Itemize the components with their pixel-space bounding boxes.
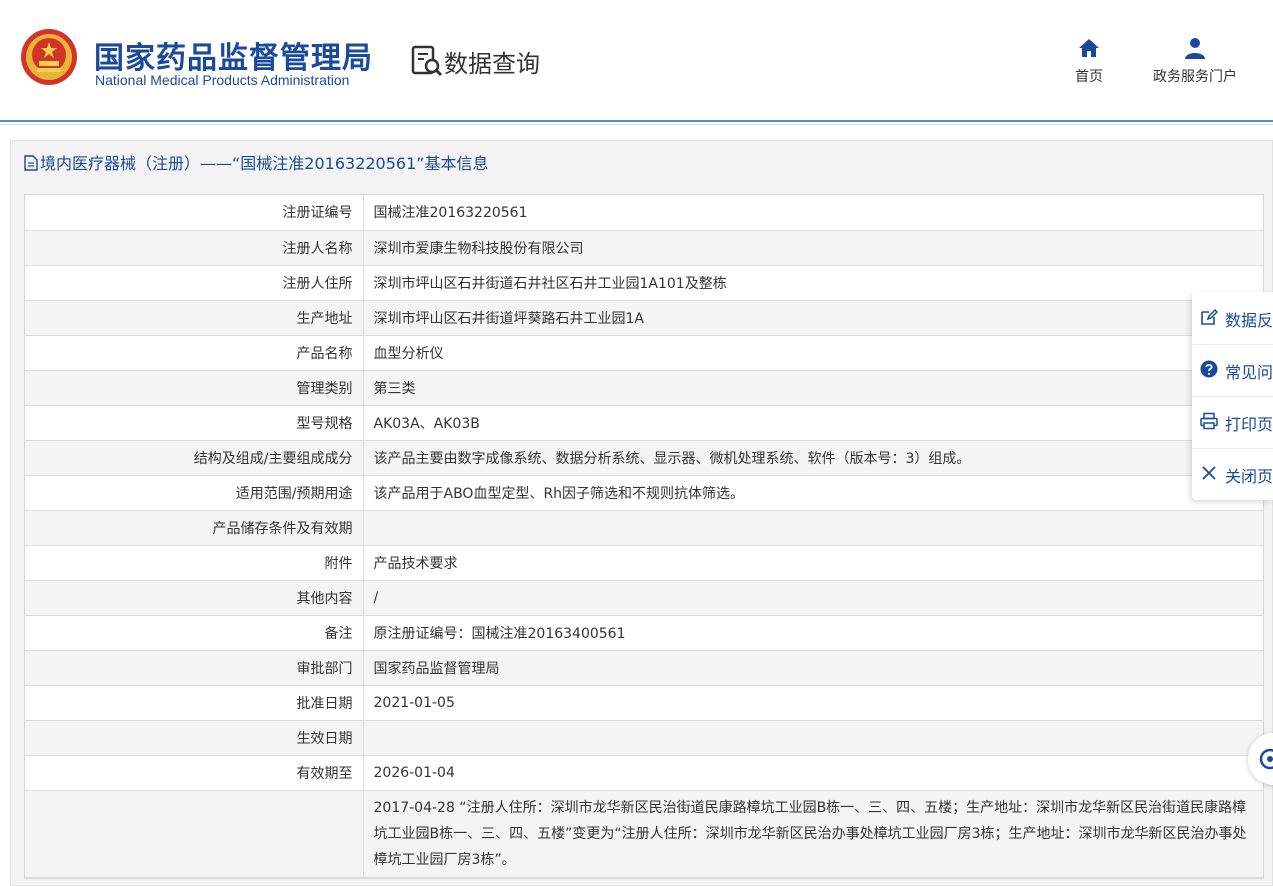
field-value: 国家药品监督管理局	[363, 650, 1263, 686]
field-value	[363, 720, 1263, 756]
nav-portal-label: 政务服务门户	[1153, 69, 1237, 85]
details-table: 注册证编号 国械注准20163220561 注册人名称 深圳市爱康生物科技股份有限公司…	[24, 194, 1264, 879]
close-page-label: 关闭页	[1225, 467, 1273, 486]
floating-toolbar: 数据反 常见问 打印页 关闭页	[1192, 292, 1273, 500]
table-row: 2017-04-28 “注册人住所：深圳市龙华新区民治街道民康路樟坑工业园B栋一…	[25, 790, 1263, 878]
table-row: 有效期至 2026-01-04	[25, 755, 1263, 791]
field-value: AK03A、AK03B	[363, 405, 1263, 441]
table-row: 型号规格 AK03A、AK03B	[25, 405, 1263, 441]
header-divider	[0, 120, 1273, 122]
field-value: 2017-04-28 “注册人住所：深圳市龙华新区民治街道民康路樟坑工业园B栋一…	[363, 790, 1263, 878]
header-divider-light	[0, 124, 1273, 125]
field-value: 深圳市爱康生物科技股份有限公司	[363, 230, 1263, 266]
table-row: 注册证编号 国械注准20163220561	[25, 195, 1263, 231]
field-label	[25, 790, 364, 878]
print-label: 打印页	[1225, 415, 1273, 434]
question-icon	[1200, 360, 1218, 378]
field-value: 血型分析仪	[363, 335, 1263, 371]
field-label: 审批部门	[25, 650, 364, 686]
printer-icon	[1200, 412, 1218, 430]
field-label: 生效日期	[25, 720, 364, 756]
field-value: 该产品主要由数字成像系统、数据分析系统、显示器、微机处理系统、软件（版本号：3）…	[363, 440, 1263, 476]
faq-label: 常见问	[1225, 363, 1273, 382]
document-icon	[24, 155, 38, 171]
field-label: 结构及组成/主要组成成分	[25, 440, 364, 476]
field-label: 注册人住所	[25, 265, 364, 301]
table-row: 产品名称 血型分析仪	[25, 335, 1263, 371]
nav-portal-link[interactable]: 政务服务门户	[1145, 36, 1245, 86]
table-row: 产品储存条件及有效期	[25, 510, 1263, 546]
panel-title-text: 境内医疗器械（注册）——“国械注准20163220561”基本信息	[40, 154, 489, 173]
field-label: 备注	[25, 615, 364, 651]
edit-icon	[1201, 308, 1218, 325]
table-row: 批准日期 2021-01-05	[25, 685, 1263, 721]
table-row: 结构及组成/主要组成成分 该产品主要由数字成像系统、数据分析系统、显示器、微机处理…	[25, 440, 1263, 476]
home-icon	[1079, 39, 1099, 57]
table-row: 适用范围/预期用途 该产品用于ABO血型定型、Rh因子筛选和不规则抗体筛选。	[25, 475, 1263, 511]
data-query-icon	[411, 45, 443, 77]
field-label: 型号规格	[25, 405, 364, 441]
field-value	[363, 510, 1263, 546]
faq-button[interactable]: 常见问	[1192, 344, 1273, 397]
user-icon	[1185, 38, 1205, 59]
field-label: 注册证编号	[25, 195, 364, 231]
feedback-button[interactable]: 数据反	[1192, 292, 1273, 345]
table-row: 生效日期	[25, 720, 1263, 756]
field-label: 附件	[25, 545, 364, 581]
field-value: 深圳市坪山区石井街道坪葵路石井工业园1A	[363, 300, 1263, 336]
close-page-button[interactable]: 关闭页	[1192, 448, 1273, 500]
national-emblem-icon	[21, 29, 77, 85]
field-label: 产品储存条件及有效期	[25, 510, 364, 546]
field-label: 其他内容	[25, 580, 364, 616]
field-value: 该产品用于ABO血型定型、Rh因子筛选和不规则抗体筛选。	[363, 475, 1263, 511]
field-value: 深圳市坪山区石井街道石井社区石井工业园1A101及整栋	[363, 265, 1263, 301]
table-row: 注册人名称 深圳市爱康生物科技股份有限公司	[25, 230, 1263, 266]
org-name-en: National Medical Products Administration	[95, 72, 350, 88]
field-value: /	[363, 580, 1263, 616]
table-row: 其他内容 /	[25, 580, 1263, 616]
field-label: 管理类别	[25, 370, 364, 406]
field-label: 批准日期	[25, 685, 364, 721]
table-row: 注册人住所 深圳市坪山区石井街道石井社区石井工业园1A101及整栋	[25, 265, 1263, 301]
print-button[interactable]: 打印页	[1192, 396, 1273, 449]
field-value: 原注册证编号：国械注准20163400561	[363, 615, 1263, 651]
field-label: 产品名称	[25, 335, 364, 371]
table-row: 生产地址 深圳市坪山区石井街道坪葵路石井工业园1A	[25, 300, 1263, 336]
field-label: 有效期至	[25, 755, 364, 791]
nav-home-label: 首页	[1075, 69, 1103, 85]
panel-title: 境内医疗器械（注册）——“国械注准20163220561”基本信息	[24, 150, 489, 174]
org-name-cn: 国家药品监督管理局	[94, 41, 373, 76]
section-title: 数据查询	[444, 50, 540, 78]
table-row: 附件 产品技术要求	[25, 545, 1263, 581]
field-label: 生产地址	[25, 300, 364, 336]
nav-home-link[interactable]: 首页	[1068, 36, 1110, 86]
field-label: 注册人名称	[25, 230, 364, 266]
field-value: 2021-01-05	[363, 685, 1263, 721]
field-value: 国械注准20163220561	[363, 195, 1263, 231]
table-row: 审批部门 国家药品监督管理局	[25, 650, 1263, 686]
feedback-label: 数据反	[1225, 311, 1273, 330]
table-row: 备注 原注册证编号：国械注准20163400561	[25, 615, 1263, 651]
field-value: 产品技术要求	[363, 545, 1263, 581]
table-row: 管理类别 第三类	[25, 370, 1263, 406]
field-value: 2026-01-04	[363, 755, 1263, 791]
field-label: 适用范围/预期用途	[25, 475, 364, 511]
close-icon	[1202, 466, 1216, 480]
site-header: 国家药品监督管理局 National Medical Products Admi…	[0, 0, 1273, 120]
field-value: 第三类	[363, 370, 1263, 406]
